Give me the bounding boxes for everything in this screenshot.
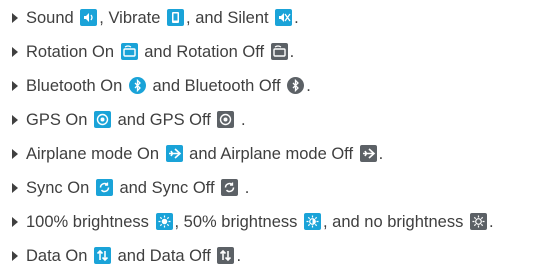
list-item-brightness: 100% brightness , 50% brightness , and n… xyxy=(12,205,554,239)
gps-off-icon xyxy=(217,110,235,128)
item-text: GPS On xyxy=(26,111,93,129)
bullet-icon xyxy=(12,13,18,23)
item-text: and Airplane mode Off xyxy=(184,145,358,163)
item-text: . xyxy=(236,111,246,129)
list-item-rotation: Rotation On and Rotation Off . xyxy=(12,35,554,69)
rotation-on-icon xyxy=(120,42,138,60)
bullet-icon xyxy=(12,81,18,91)
bullet-icon xyxy=(12,115,18,125)
sync-on-icon xyxy=(95,178,113,196)
item-text: and Data Off xyxy=(113,247,216,265)
airplane-on-icon xyxy=(165,144,183,162)
item-text: . xyxy=(289,43,295,61)
sound-icon xyxy=(80,8,98,26)
data-on-icon xyxy=(94,246,112,264)
item-text: . xyxy=(378,145,384,163)
bullet-icon xyxy=(12,251,18,261)
bluetooth-off-icon xyxy=(287,76,305,94)
item-text: . xyxy=(488,213,494,231)
item-text: , Vibrate xyxy=(99,9,166,27)
item-text: . xyxy=(236,247,242,265)
bullet-icon xyxy=(12,149,18,159)
list-item-sync: Sync On and Sync Off . xyxy=(12,171,554,205)
bluetooth-on-icon xyxy=(128,76,146,94)
item-text: Sync On xyxy=(26,179,94,197)
item-text: , and Silent xyxy=(186,9,274,27)
list-item-bluetooth: Bluetooth On and Bluetooth Off . xyxy=(12,69,554,103)
item-text: . xyxy=(240,179,250,197)
bullet-icon xyxy=(12,217,18,227)
item-text: 100% brightness xyxy=(26,213,154,231)
quick-settings-icon-list: Sound , Vibrate , and Silent . Rotation … xyxy=(0,0,554,273)
bullet-icon xyxy=(12,183,18,193)
gps-on-icon xyxy=(94,110,112,128)
bullet-icon xyxy=(12,47,18,57)
item-text: Bluetooth On xyxy=(26,77,127,95)
item-text: and Sync Off xyxy=(114,179,220,197)
item-text: and Rotation Off xyxy=(139,43,269,61)
list-item-data: Data On and Data Off . xyxy=(12,239,554,273)
item-text: . xyxy=(294,9,299,27)
brightness-full-icon xyxy=(155,212,173,230)
list-item-gps: GPS On and GPS Off . xyxy=(12,103,554,137)
item-text: Sound xyxy=(26,9,79,27)
list-item-sound: Sound , Vibrate , and Silent . xyxy=(12,1,554,35)
item-text: and Bluetooth Off xyxy=(147,77,286,95)
silent-icon xyxy=(275,8,293,26)
vibrate-icon xyxy=(167,8,185,26)
item-text: , and no brightness xyxy=(323,213,468,231)
brightness-none-icon xyxy=(469,212,487,230)
data-off-icon xyxy=(217,246,235,264)
rotation-off-icon xyxy=(270,42,288,60)
item-text: . xyxy=(306,77,311,95)
item-text: and GPS Off xyxy=(113,111,216,129)
item-text: Rotation On xyxy=(26,43,119,61)
list-item-airplane: Airplane mode On and Airplane mode Off . xyxy=(12,137,554,171)
item-text: Data On xyxy=(26,247,93,265)
item-text: , 50% brightness xyxy=(174,213,302,231)
sync-off-icon xyxy=(221,178,239,196)
item-text: Airplane mode On xyxy=(26,145,164,163)
airplane-off-icon xyxy=(359,144,377,162)
brightness-half-icon xyxy=(304,212,321,230)
